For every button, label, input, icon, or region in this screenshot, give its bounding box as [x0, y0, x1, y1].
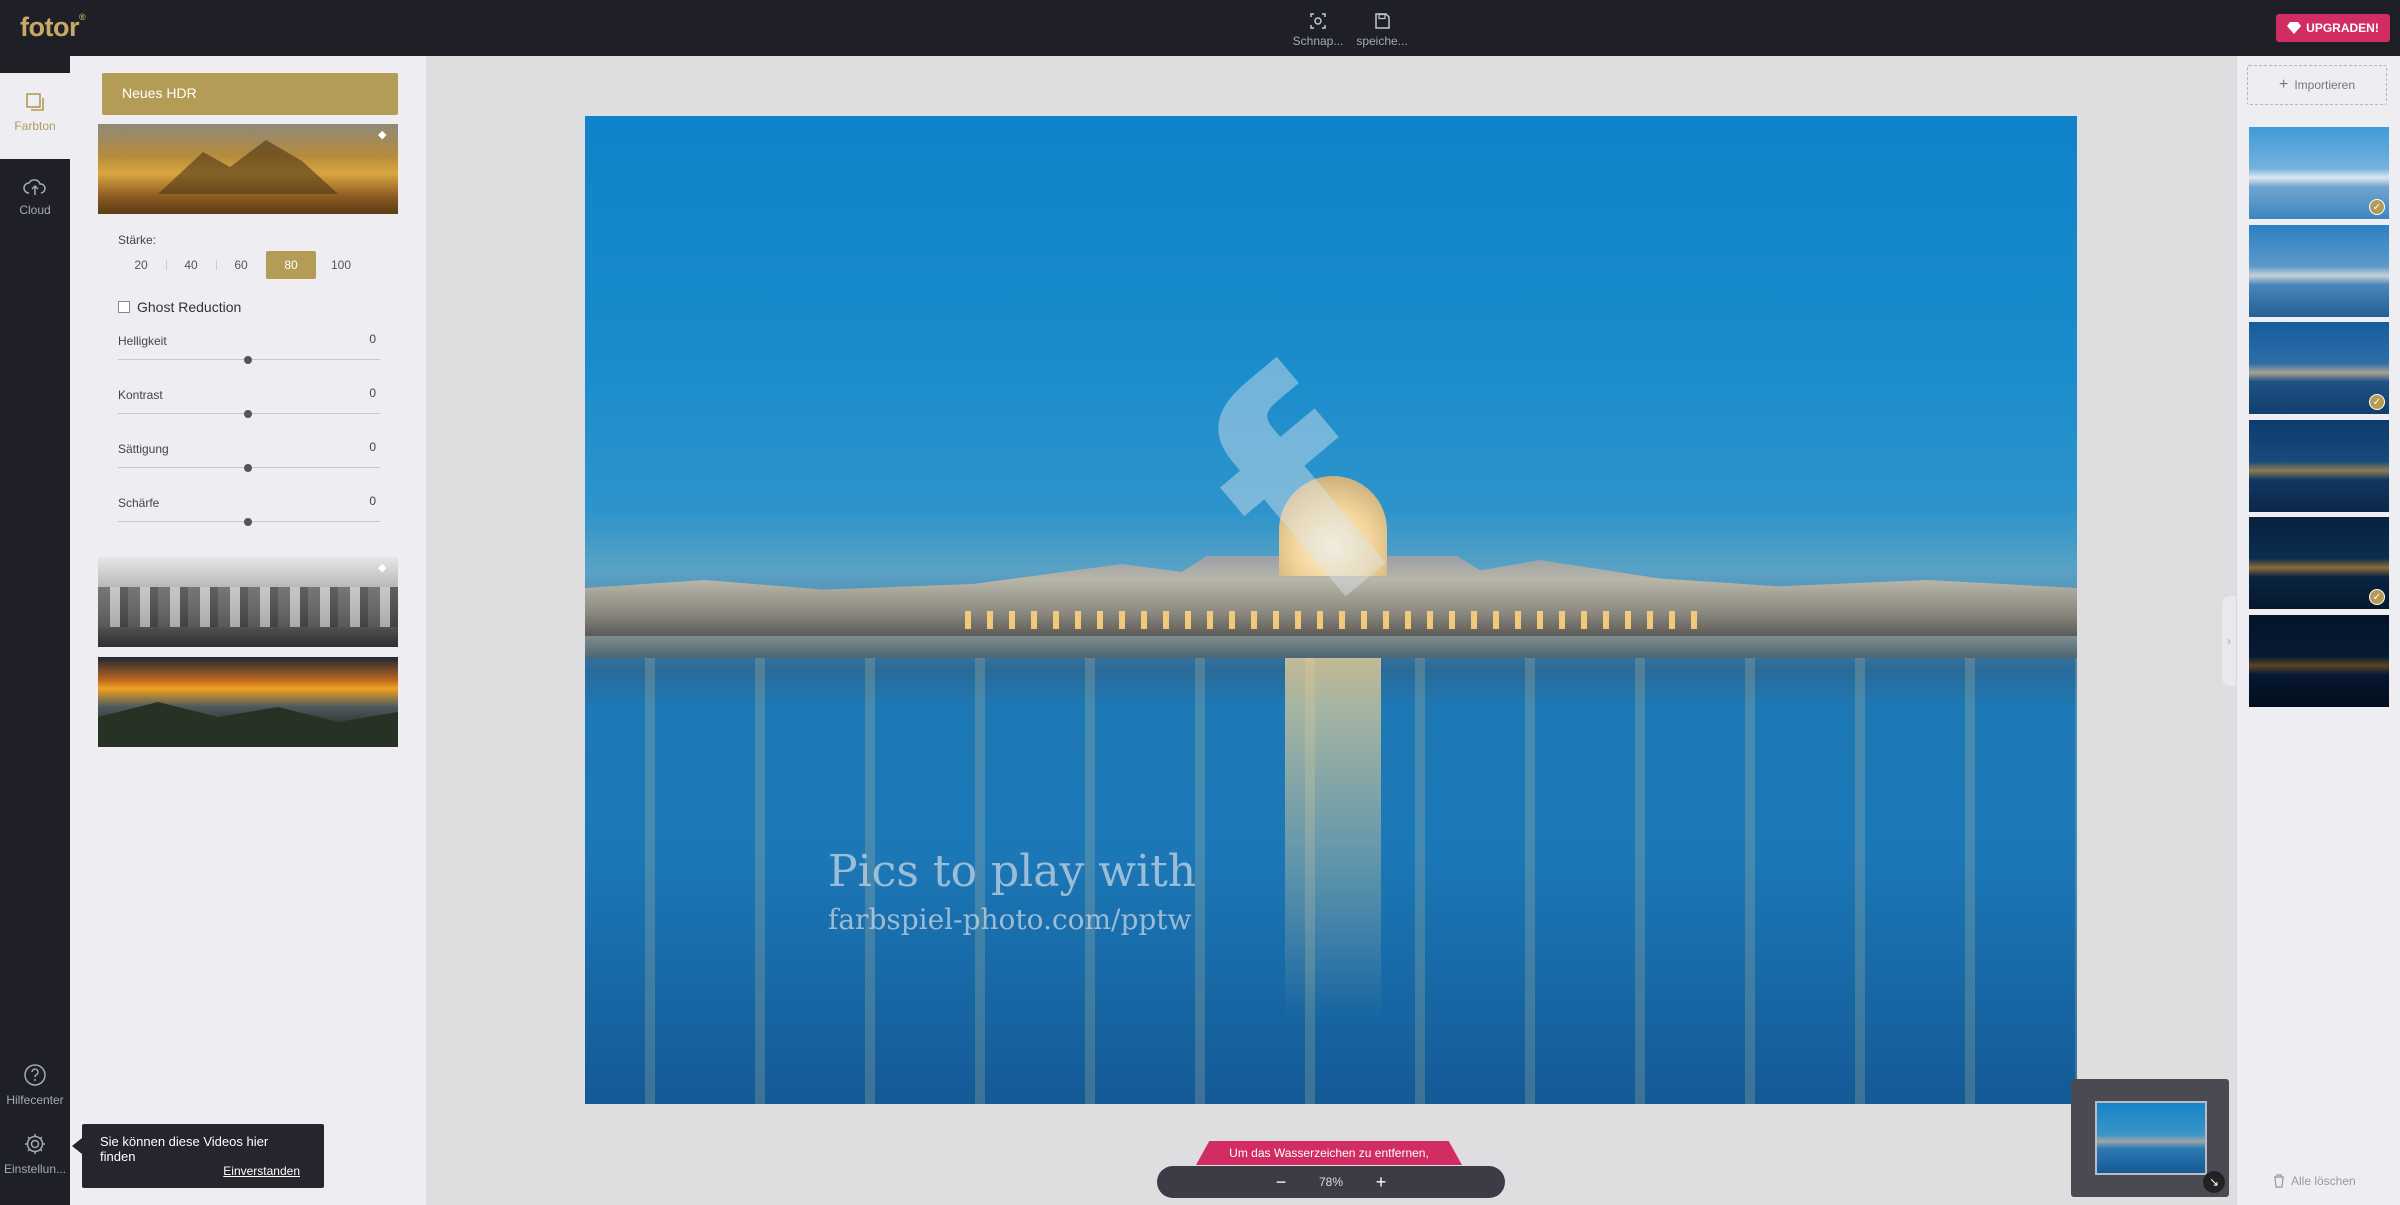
exposure-thumbnail[interactable]: ✓: [2249, 127, 2389, 219]
tooltip-text: Sie können diese Videos hier finden: [100, 1134, 269, 1164]
collapse-navigator-icon[interactable]: ↘: [2203, 1171, 2225, 1193]
slider-schaerfe: Schärfe 0: [118, 494, 380, 526]
delete-all-label: Alle löschen: [2291, 1174, 2356, 1188]
snapshot-icon: [1310, 13, 1326, 29]
top-bar: fotor® Schnap... speiche... UPGRADEN!: [0, 0, 2400, 56]
slider-handle[interactable]: [244, 464, 252, 472]
slider-handle[interactable]: [244, 410, 252, 418]
collapse-right-panel-tab[interactable]: ›: [2222, 596, 2236, 686]
preset-thumbnail-mountain[interactable]: ◆: [98, 124, 398, 214]
preset-thumbnail-town[interactable]: ◆: [98, 557, 398, 647]
editor-canvas: f Pics to play with farbspiel-photo.com/…: [426, 56, 2236, 1205]
save-label: speiche...: [1356, 34, 1408, 48]
exposure-thumbnail[interactable]: ✓: [2249, 322, 2389, 414]
strength-option-80[interactable]: 80: [266, 251, 316, 279]
slider-handle[interactable]: [244, 518, 252, 526]
slider-label: Sättigung: [118, 442, 169, 456]
layers-icon: [26, 93, 44, 111]
trash-icon: [2274, 1174, 2284, 1188]
exposure-thumbnail[interactable]: [2249, 420, 2389, 512]
upgrade-label: UPGRADEN!: [2306, 21, 2379, 35]
snapshot-button[interactable]: Schnap...: [1288, 12, 1348, 48]
selected-check-icon: ✓: [2369, 394, 2385, 410]
gear-icon: [25, 1134, 45, 1154]
cloud-upload-icon: [23, 179, 46, 195]
zoom-level: 78%: [1318, 1175, 1344, 1189]
save-icon: [1375, 13, 1390, 29]
nav-cloud-label: Cloud: [19, 203, 51, 217]
preset-thumbnail-sunset[interactable]: [98, 657, 398, 747]
watermark-line-2: farbspiel-photo.com/pptw: [828, 903, 1192, 936]
nav-settings-label: Einstellun...: [3, 1162, 67, 1176]
nav-help-label: Hilfecenter: [6, 1093, 64, 1107]
remove-watermark-banner[interactable]: Um das Wasserzeichen zu entfernen,: [1196, 1141, 1462, 1165]
premium-diamond-icon: ◆: [378, 562, 387, 574]
videos-tooltip: Sie können diese Videos hier finden Einv…: [72, 1124, 324, 1188]
right-panel: + Importieren ✓ ✓ ✓ Alle löschen: [2236, 56, 2400, 1205]
zoom-out-button[interactable]: −: [1271, 1172, 1291, 1193]
slider-value: 0: [369, 332, 376, 346]
slider-value: 0: [369, 440, 376, 454]
left-nav: Farbton Cloud Hilfecenter Einstellun...: [0, 56, 70, 1205]
slider-label: Kontrast: [118, 388, 163, 402]
strength-option-100[interactable]: 100: [316, 251, 366, 279]
diamond-icon: [2287, 22, 2302, 34]
slider-label: Schärfe: [118, 496, 160, 510]
help-icon: [24, 1064, 46, 1086]
selected-check-icon: ✓: [2369, 199, 2385, 215]
premium-diamond-icon: ◆: [378, 129, 387, 141]
slider-value: 0: [369, 386, 376, 400]
navigator-thumbnail[interactable]: [2095, 1101, 2207, 1175]
zoom-in-button[interactable]: +: [1371, 1172, 1391, 1193]
adjust-panel: Neues HDR ◆ Stärke: 20 40 60 80 100 Ghos…: [70, 56, 426, 1205]
ghost-reduction-option[interactable]: Ghost Reduction: [118, 299, 241, 315]
upgrade-button[interactable]: UPGRADEN!: [2276, 14, 2390, 42]
new-hdr-button[interactable]: Neues HDR: [102, 73, 398, 115]
strength-option-20[interactable]: 20: [116, 251, 166, 279]
plus-icon: +: [2278, 76, 2289, 93]
nav-farbton[interactable]: Farbton: [0, 73, 70, 159]
main-photo[interactable]: f Pics to play with farbspiel-photo.com/…: [585, 116, 2077, 1104]
import-label: Importieren: [2294, 78, 2356, 92]
tooltip-confirm-link[interactable]: Einverstanden: [223, 1164, 300, 1178]
nav-help-center[interactable]: Hilfecenter: [0, 1063, 70, 1107]
nav-cloud[interactable]: Cloud: [0, 159, 70, 245]
import-button[interactable]: + Importieren: [2247, 65, 2387, 105]
ghost-reduction-checkbox[interactable]: [118, 301, 130, 313]
save-button[interactable]: speiche...: [1352, 12, 1412, 48]
exposure-thumbnail[interactable]: [2249, 615, 2389, 707]
strength-option-40[interactable]: 40: [166, 251, 216, 279]
slider-value: 0: [369, 494, 376, 508]
navigator-preview[interactable]: ↘: [2071, 1079, 2229, 1197]
exposure-thumbnail[interactable]: [2249, 225, 2389, 317]
snapshot-label: Schnap...: [1292, 34, 1344, 48]
photo-watermark-text: Pics to play with farbspiel-photo.com/pp…: [828, 846, 1196, 936]
slider-helligkeit: Helligkeit 0: [118, 332, 380, 364]
strength-selector: 20 40 60 80 100: [116, 251, 376, 279]
nav-settings[interactable]: Einstellun...: [0, 1132, 70, 1176]
nav-farbton-label: Farbton: [14, 119, 56, 133]
exposure-thumbnail[interactable]: ✓: [2249, 517, 2389, 609]
zoom-bar: − 78% +: [1157, 1166, 1505, 1198]
slider-label: Helligkeit: [118, 334, 167, 348]
selected-check-icon: ✓: [2369, 589, 2385, 605]
fotor-logo[interactable]: fotor®: [20, 12, 86, 43]
strength-label: Stärke:: [118, 233, 157, 247]
delete-all-button[interactable]: Alle löschen: [2273, 1174, 2356, 1188]
watermark-line-1: Pics to play with: [828, 846, 1197, 897]
ghost-reduction-label: Ghost Reduction: [137, 299, 242, 315]
slider-saettigung: Sättigung 0: [118, 440, 380, 472]
strength-option-60[interactable]: 60: [216, 251, 266, 279]
slider-handle[interactable]: [244, 356, 252, 364]
slider-kontrast: Kontrast 0: [118, 386, 380, 418]
